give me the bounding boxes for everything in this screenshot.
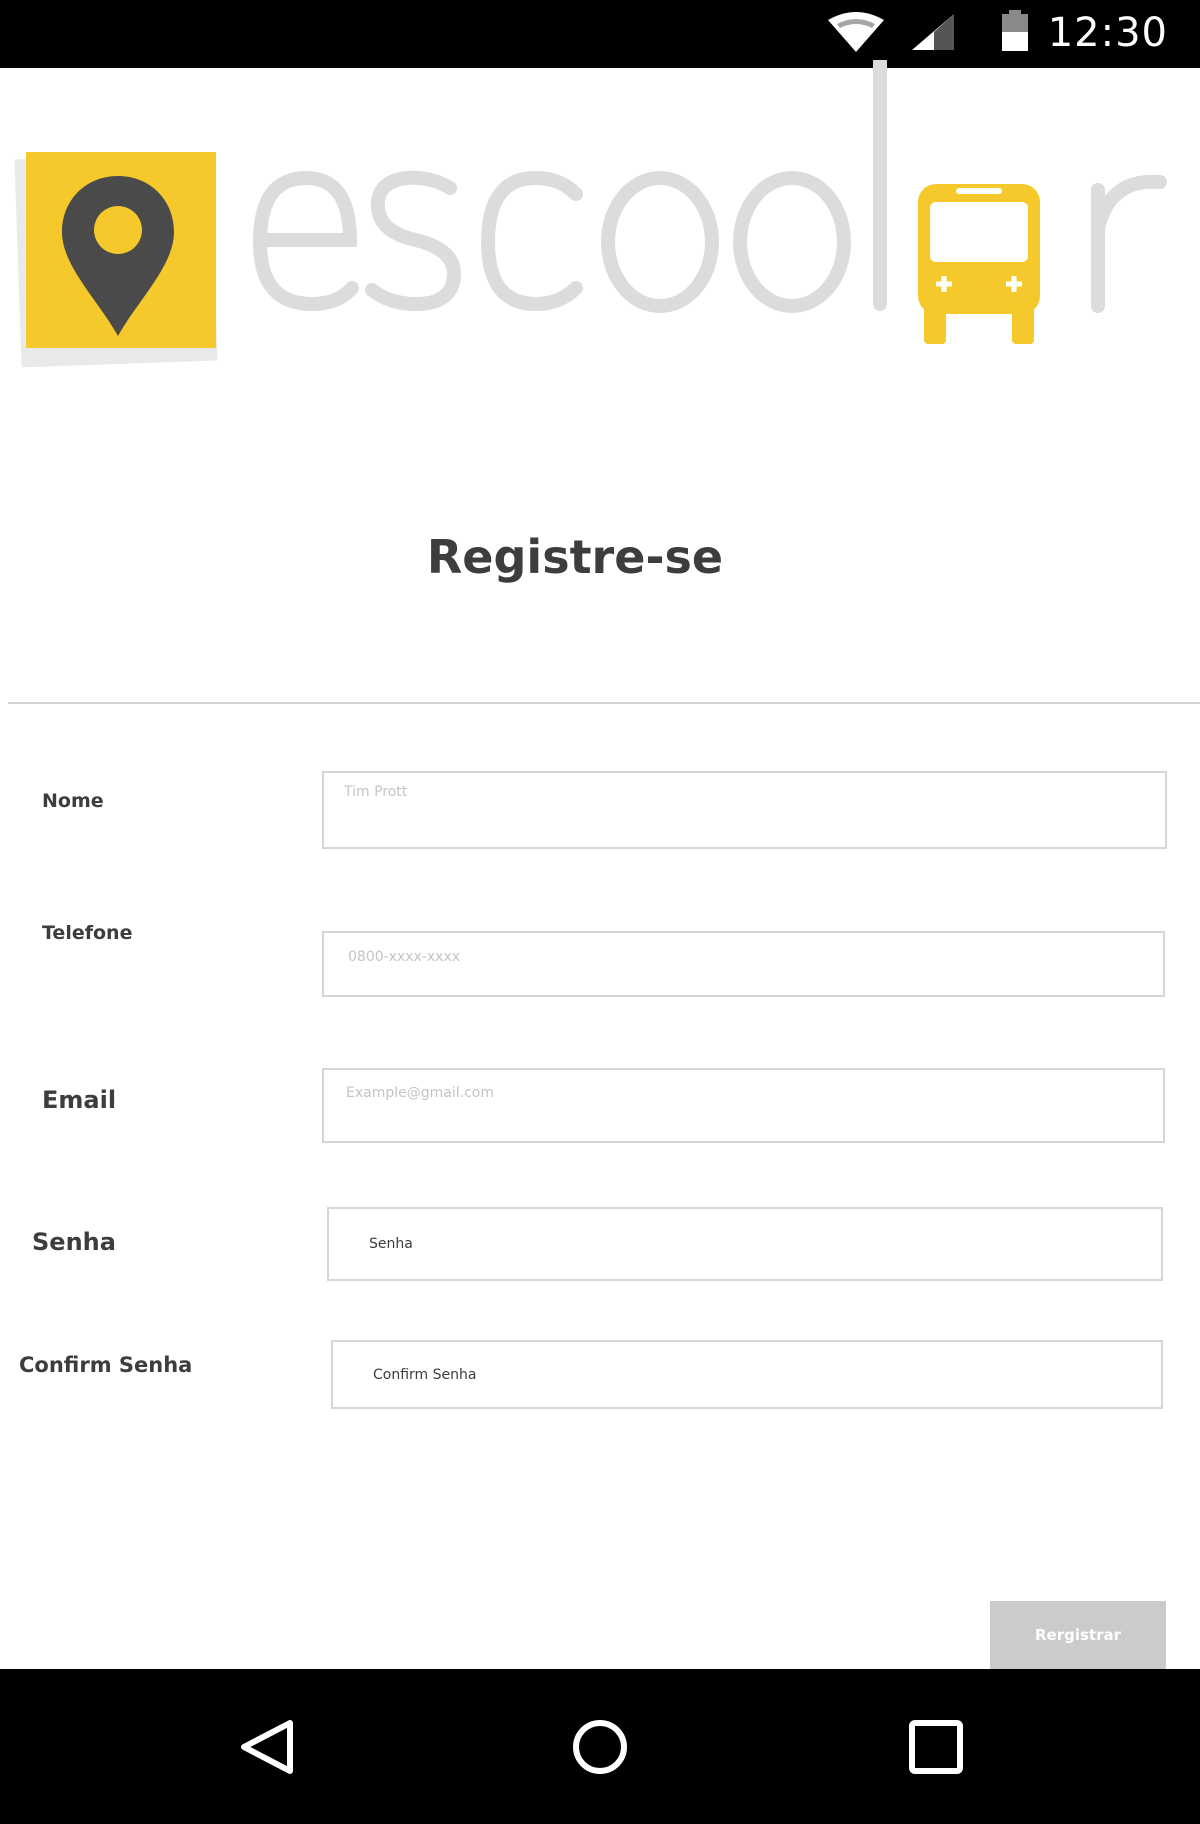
recent-apps-button[interactable] (866, 1669, 1006, 1824)
status-clock: 12:30 (1047, 10, 1168, 56)
app-logo: escoolar (0, 60, 1200, 390)
telefone-label: Telefone (42, 922, 133, 944)
logo-wordmark-art (252, 60, 1167, 313)
recent-apps-icon (909, 1719, 963, 1774)
page-title: Registre-se (426, 530, 724, 584)
senha-label: Senha (32, 1228, 116, 1256)
email-input[interactable] (322, 1068, 1165, 1143)
location-pin-icon (14, 152, 218, 368)
cell-signal-icon (912, 14, 954, 50)
back-icon (241, 1719, 293, 1774)
navigation-bar (0, 1669, 1200, 1824)
telefone-input[interactable] (322, 931, 1165, 997)
confirm-senha-input[interactable] (331, 1340, 1163, 1409)
status-bar: 12:30 (0, 0, 1200, 68)
register-screen: 12:30 escoolar (0, 0, 1200, 1824)
back-button[interactable] (196, 1669, 336, 1824)
title-divider (8, 702, 1200, 704)
nome-label: Nome (42, 790, 104, 812)
confirm-senha-label: Confirm Senha (19, 1353, 193, 1377)
register-button[interactable]: Rergistrar (990, 1601, 1166, 1669)
email-label: Email (42, 1086, 117, 1114)
senha-input[interactable] (327, 1207, 1163, 1281)
home-icon (573, 1719, 627, 1774)
battery-icon (1002, 10, 1028, 51)
home-button[interactable] (530, 1669, 670, 1824)
nome-input[interactable] (322, 771, 1167, 849)
school-bus-icon (918, 184, 1040, 344)
wifi-icon (828, 12, 884, 52)
